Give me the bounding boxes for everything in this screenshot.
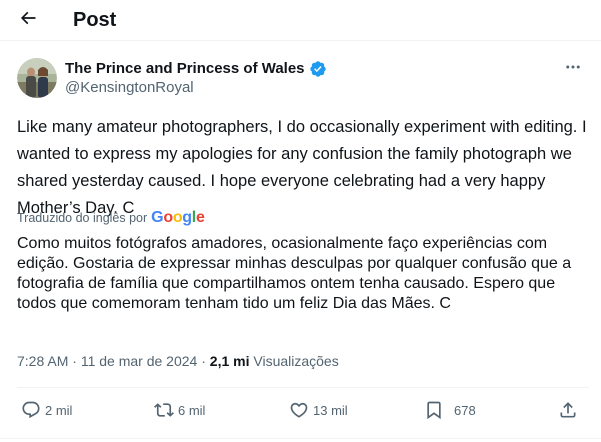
bookmark-count: 678 (454, 402, 476, 418)
views-label: Visualizações (253, 353, 339, 369)
post-header: Post (0, 0, 601, 40)
post-time[interactable]: 7:28 AM (17, 353, 68, 369)
translated-by-label: Traduzido do inglês por (17, 211, 148, 225)
google-logo: Google (151, 209, 205, 226)
avatar[interactable] (17, 58, 57, 98)
repost-button[interactable]: 6 mil (154, 398, 205, 422)
bookmark-button[interactable]: 678 (424, 398, 476, 422)
bookmark-icon (424, 400, 444, 420)
heart-icon (289, 400, 309, 420)
tweet-text: Like many amateur photographers, I do oc… (17, 118, 587, 217)
meta-separator: · (68, 353, 81, 369)
header-divider (0, 40, 601, 41)
actions-divider (17, 387, 589, 388)
views-count: 2,1 mi (209, 353, 250, 369)
bottom-divider (0, 438, 601, 439)
more-dots-icon (564, 58, 582, 81)
post-meta: 7:28 AM · 11 de mar de 2024 · 2,1 mi Vis… (17, 352, 339, 370)
reply-icon (21, 400, 41, 420)
verified-badge-icon[interactable] (309, 60, 327, 78)
post-date[interactable]: 11 de mar de 2024 (81, 353, 198, 369)
reply-count: 2 mil (45, 402, 73, 418)
share-button[interactable] (558, 398, 578, 422)
page-title: Post (73, 9, 117, 31)
author-name-row[interactable]: The Prince and Princess of Wales (65, 59, 327, 78)
reply-button[interactable]: 2 mil (21, 398, 72, 422)
repost-count: 6 mil (178, 402, 206, 418)
like-count: 13 mil (313, 402, 348, 418)
like-button[interactable]: 13 mil (289, 398, 348, 422)
translation-attribution[interactable]: Traduzido do inglês por Google (17, 210, 205, 226)
post-page: Post The Prince and Princess of Wales @K… (0, 0, 601, 442)
repost-icon (154, 400, 174, 420)
back-button[interactable] (12, 4, 44, 36)
share-icon (558, 400, 578, 420)
meta-separator-2: · (197, 353, 210, 369)
more-options-button[interactable] (560, 58, 586, 80)
arrow-left-icon (18, 8, 38, 33)
translated-text: Como muitos fotógrafos amadores, ocasion… (17, 235, 572, 312)
author-name: The Prince and Princess of Wales (65, 60, 305, 77)
author-handle[interactable]: @KensingtonRoyal (65, 79, 194, 97)
